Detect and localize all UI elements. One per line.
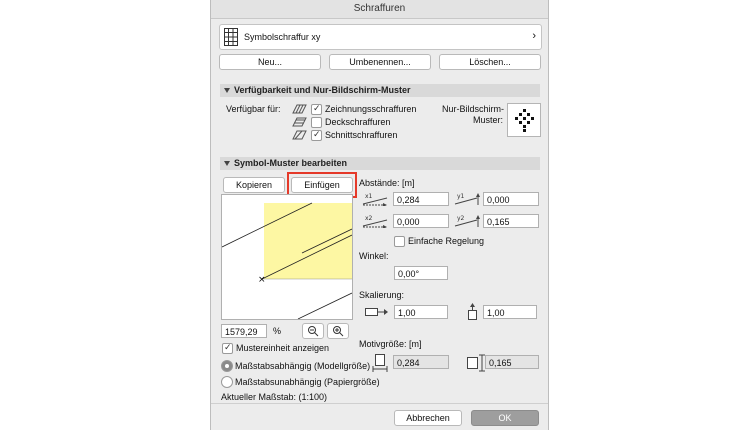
drafting-fills-label: Zeichnungsschraffuren: [325, 104, 417, 114]
screen-pattern-label-1: Nur-Bildschirm-: [442, 104, 505, 114]
x2-icon-label: x2: [365, 215, 373, 222]
angle-label: Winkel:: [359, 251, 389, 261]
chevron-right-icon: ›: [532, 30, 536, 42]
simple-rule-label: Einfache Regelung: [408, 236, 485, 246]
horizontal-scale-icon: [365, 308, 388, 316]
diamond-dot-pattern-icon: [515, 109, 534, 132]
scaling-label: Skalierung:: [359, 290, 405, 300]
zoom-unit-label: %: [273, 326, 282, 336]
y2-spacing-icon: y2: [454, 215, 480, 227]
motif-width-icon: [372, 354, 388, 372]
disclosure-triangle-icon: [224, 161, 230, 167]
cover-fill-icon: [292, 117, 307, 127]
vertical-scale-icon: [468, 303, 477, 320]
symbol-pattern-section-header[interactable]: Symbol-Muster bearbeiten: [220, 157, 540, 170]
screen-pattern-preview[interactable]: [507, 103, 541, 137]
spacing-y1-field[interactable]: 0,000: [483, 192, 539, 206]
x1-icon-label: x1: [365, 193, 373, 200]
checkbox-drafting-fills[interactable]: [311, 103, 322, 115]
availability-section-header[interactable]: Verfügbarkeit und Nur-Bildschirm-Muster: [220, 84, 540, 97]
window-title: Schraffuren: [211, 0, 548, 19]
spacing-x1-field[interactable]: 0,284: [393, 192, 449, 206]
checkbox-cover-fills[interactable]: [311, 117, 322, 128]
available-for-label: Verfügbar für:: [226, 104, 281, 114]
y1-icon-label: y1: [457, 193, 465, 200]
radio-scale-dependent[interactable]: [221, 360, 233, 372]
spacing-x2-field[interactable]: 0,000: [393, 214, 449, 228]
checkbox-simple-rule[interactable]: [394, 236, 405, 247]
pattern-preview-graphic: ×: [222, 202, 352, 319]
zoom-in-button[interactable]: [327, 323, 349, 339]
zoom-field[interactable]: 1579,29: [221, 324, 267, 338]
cut-fill-icon: [292, 130, 307, 140]
motif-width-field: 0,284: [393, 355, 449, 369]
rename-button[interactable]: Umbenennen...: [329, 54, 431, 70]
radio-scale-independent[interactable]: [221, 376, 233, 388]
screen-pattern-label-2: Muster:: [473, 115, 504, 125]
x2-spacing-icon: x2: [362, 215, 388, 228]
svg-text:×: ×: [258, 275, 266, 285]
drafting-fill-icon: [292, 104, 307, 114]
zoom-out-icon: [308, 326, 319, 337]
checkbox-show-unit[interactable]: [222, 342, 233, 354]
cancel-button[interactable]: Abbrechen: [394, 410, 462, 426]
footer-divider: [211, 403, 548, 404]
availability-header-text: Verfügbarkeit und Nur-Bildschirm-Muster: [234, 85, 411, 95]
grid-pattern-icon: [224, 28, 238, 46]
checkbox-cut-fills[interactable]: [311, 129, 322, 141]
spacing-y2-field[interactable]: 0,165: [483, 214, 539, 228]
spacing-label: Abstände: [m]: [359, 178, 415, 188]
hatch-selector[interactable]: Symbolschraffur xy ›: [219, 24, 542, 50]
new-button[interactable]: Neu...: [219, 54, 321, 70]
show-unit-label: Mustereinheit anzeigen: [236, 343, 330, 353]
hatch-dialog: Schraffuren Symbolschraffur xy › Neu... …: [210, 0, 549, 430]
motif-size-label: Motivgröße: [m]: [359, 339, 422, 349]
ok-button[interactable]: OK: [471, 410, 539, 426]
symbol-pattern-header-text: Symbol-Muster bearbeiten: [234, 158, 348, 168]
selector-value: Symbolschraffur xy: [244, 32, 321, 42]
x1-spacing-icon: x1: [362, 193, 388, 206]
y2-icon-label: y2: [457, 215, 465, 222]
cut-fills-label: Schnittschraffuren: [325, 130, 398, 140]
motif-height-field: 0,165: [485, 355, 539, 369]
scale-x-field[interactable]: 1,00: [394, 305, 448, 319]
delete-button[interactable]: Löschen...: [439, 54, 541, 70]
copy-button[interactable]: Kopieren: [223, 177, 285, 193]
y1-spacing-icon: y1: [454, 193, 480, 205]
disclosure-triangle-icon: [224, 88, 230, 94]
motif-height-icon: [467, 354, 485, 372]
scale-independent-label: Maßstabsunabhängig (Papiergröße): [235, 377, 380, 387]
zoom-out-button[interactable]: [302, 323, 324, 339]
scale-dependent-label: Maßstabsabhängig (Modellgröße): [235, 361, 371, 371]
cover-fills-label: Deckschraffuren: [325, 117, 391, 127]
angle-field[interactable]: 0,00°: [394, 266, 448, 280]
scale-y-field[interactable]: 1,00: [483, 305, 537, 319]
zoom-in-icon: [333, 326, 344, 337]
current-scale-label: Aktueller Maßstab: (1:100): [221, 392, 328, 402]
pattern-editor-canvas[interactable]: ×: [221, 194, 353, 320]
